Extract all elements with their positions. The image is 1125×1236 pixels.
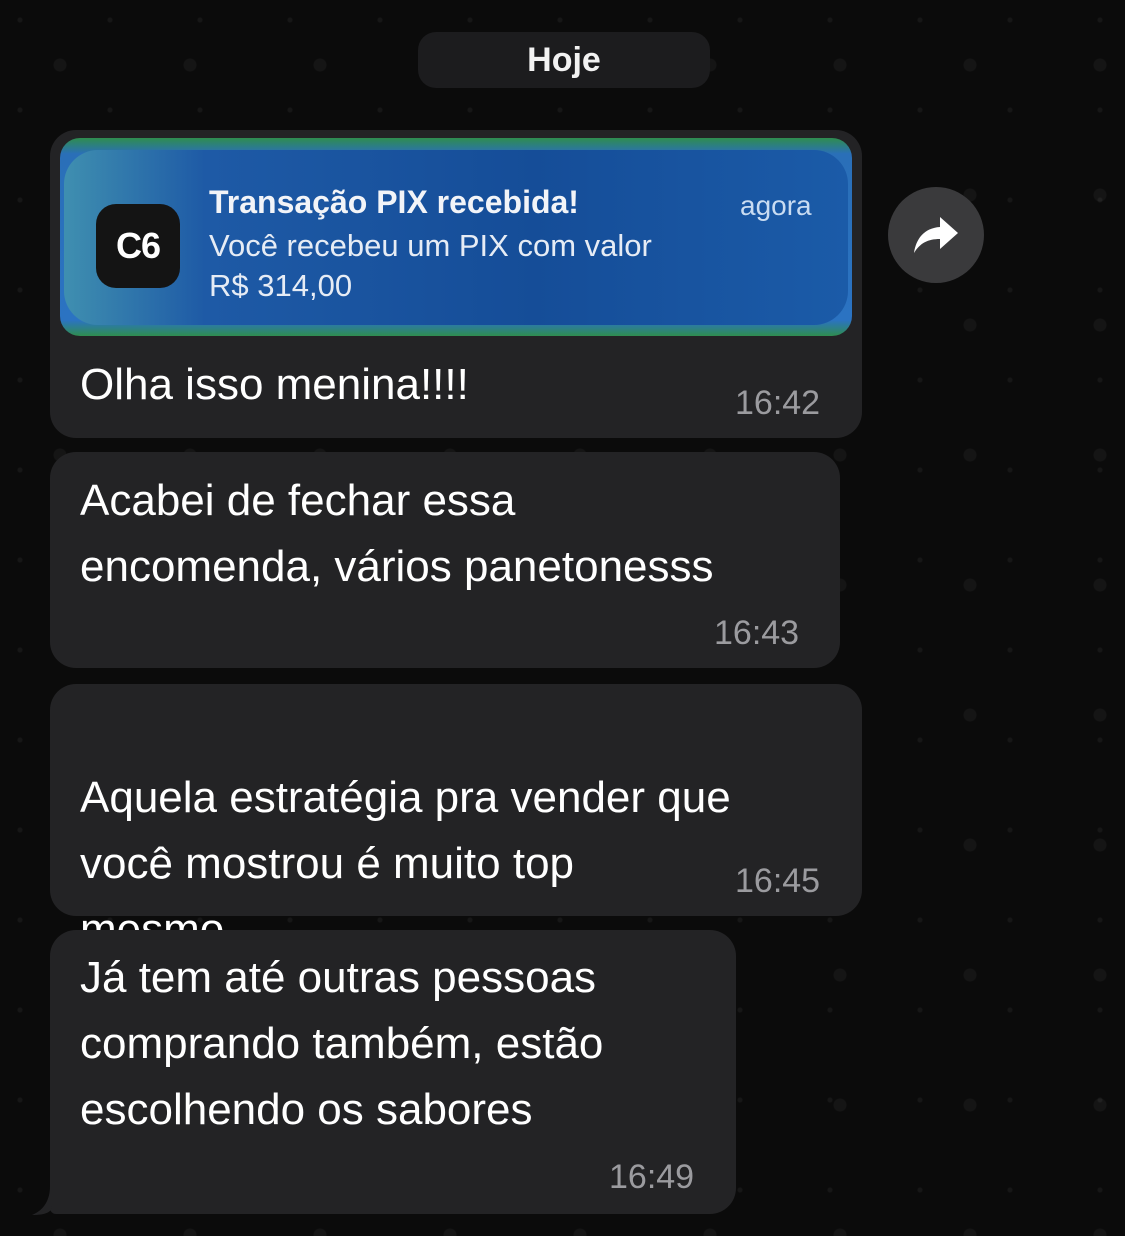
notification-time: agora <box>740 190 812 221</box>
forward-button[interactable] <box>888 187 984 283</box>
bubble-tail <box>32 1186 52 1215</box>
notification-title: Transação PIX recebida! <box>209 184 579 220</box>
message-time: 16:45 <box>735 862 821 900</box>
message-text: Já tem até outras pessoas comprando tamb… <box>80 953 604 1134</box>
notification-body: Você recebeu um PIX com valor R$ 314,00 <box>209 228 652 303</box>
date-separator: Hoje <box>418 32 710 88</box>
forward-arrow-icon <box>914 217 958 253</box>
message-time: 16:43 <box>714 614 800 652</box>
notification-screenshot[interactable]: C6 Transação PIX recebida! agora Você re… <box>60 138 852 336</box>
message-text-content: Aquela estratégia pra vender que você mo… <box>80 773 731 954</box>
message-bubble-4[interactable]: Já tem até outras pessoas comprando tamb… <box>50 930 736 1214</box>
notification-card: C6 Transação PIX recebida! agora Você re… <box>64 150 848 325</box>
message-bubble-2[interactable]: Acabei de fechar essa encomenda, vários … <box>50 452 840 668</box>
message-text: Acabei de fechar essa encomenda, vários … <box>80 476 714 591</box>
c6-app-icon: C6 <box>96 204 180 288</box>
message-time: 16:49 <box>609 1158 695 1196</box>
message-text: Olha isso menina!!!! <box>80 360 469 409</box>
message-bubble-1[interactable]: C6 Transação PIX recebida! agora Você re… <box>50 130 862 438</box>
message-bubble-3[interactable]: Aquela estratégia pra vender que você mo… <box>50 684 862 1020</box>
message-time: 16:42 <box>735 384 821 422</box>
